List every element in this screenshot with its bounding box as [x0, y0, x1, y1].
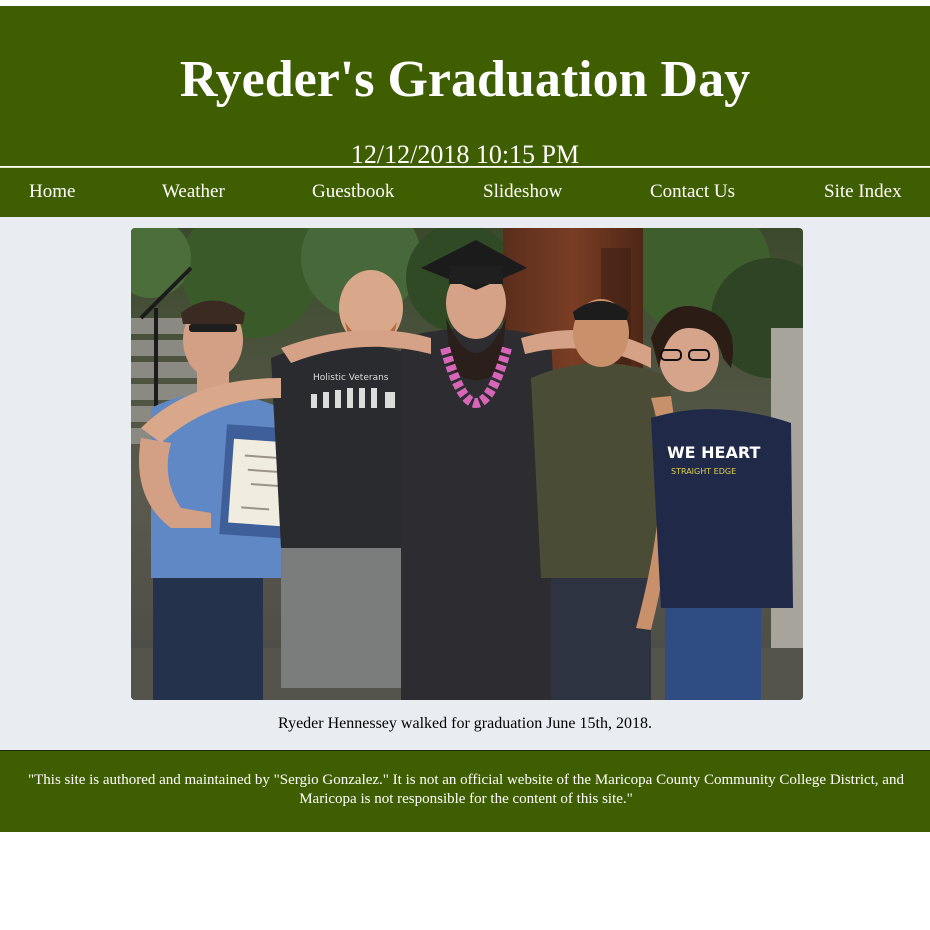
shirt-text-holistic: Holistic Veterans: [313, 373, 389, 383]
graduation-photo-illustration: Holistic Veterans WE HEART STRAIGHT EDGE: [131, 228, 803, 700]
nav-link-slideshow[interactable]: Slideshow: [483, 180, 562, 204]
main-content: Holistic Veterans WE HEART STRAIGHT EDGE…: [0, 217, 930, 750]
nav-link-home[interactable]: Home: [29, 180, 75, 204]
main-nav: Home Weather Guestbook Slideshow Contact…: [0, 167, 930, 218]
nav-link-site-index[interactable]: Site Index: [824, 180, 902, 204]
site-header: Ryeder's Graduation Day 12/12/2018 10:15…: [0, 6, 930, 169]
photo-caption: Ryeder Hennessey walked for graduation J…: [278, 715, 652, 732]
current-datetime: 12/12/2018 10:15 PM: [350, 140, 580, 169]
footer-disclaimer: "This site is authored and maintained by…: [28, 772, 904, 807]
nav-link-weather[interactable]: Weather: [162, 180, 225, 204]
nav-link-guestbook[interactable]: Guestbook: [312, 180, 394, 204]
site-footer: "This site is authored and maintained by…: [0, 750, 930, 832]
page-title: Ryeder's Graduation Day: [179, 51, 751, 108]
nav-link-contact-us[interactable]: Contact Us: [650, 180, 735, 204]
graduation-photo: Holistic Veterans WE HEART STRAIGHT EDGE: [131, 228, 803, 700]
shirt-text-we-heart: WE HEART: [667, 443, 760, 462]
shirt-text-straight-edge: STRAIGHT EDGE: [671, 467, 736, 476]
page: Ryeder's Graduation Day 12/12/2018 10:15…: [0, 0, 930, 930]
